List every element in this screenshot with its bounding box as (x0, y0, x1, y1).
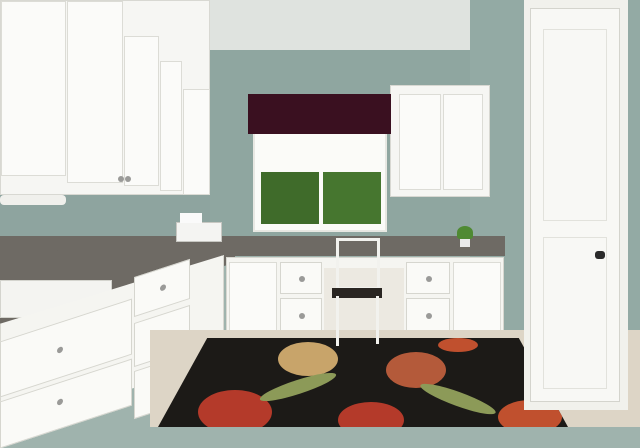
drawer[interactable] (406, 298, 450, 332)
window-pane-right (323, 172, 381, 224)
drawer-knob (426, 276, 432, 282)
cabinet-door[interactable] (1, 1, 66, 176)
cabinet-door[interactable] (399, 94, 441, 190)
drawer-knob (426, 313, 432, 319)
drawer[interactable] (406, 262, 450, 294)
upper-cabinet-right (390, 85, 490, 197)
drawer[interactable] (280, 298, 322, 332)
drawer-knob (57, 397, 63, 406)
cabinet-door[interactable] (124, 36, 159, 186)
rug-flower (338, 402, 404, 427)
door-handle[interactable] (595, 251, 605, 259)
window-valance (248, 94, 391, 134)
plant-pot (460, 238, 470, 247)
cabinet-door[interactable] (453, 262, 501, 332)
printer-paper (180, 213, 202, 223)
cabinet-door[interactable] (67, 1, 123, 183)
rug-flower (278, 342, 338, 376)
plant (457, 226, 473, 239)
paper-towel-holder (0, 195, 66, 205)
printer (176, 222, 222, 242)
chair-leg (376, 296, 379, 344)
cabinet-door[interactable] (229, 262, 277, 332)
drawer-knob (299, 276, 305, 282)
window (253, 128, 387, 232)
drawer-knob (160, 283, 166, 292)
drawer-knob (299, 313, 305, 319)
door-panel (543, 237, 607, 389)
drawer-knob (57, 345, 63, 354)
chair-leg (336, 296, 339, 346)
chair-seat (332, 288, 382, 298)
cabinet-door[interactable] (183, 89, 210, 195)
rug-flower (386, 352, 446, 388)
upper-cabinets-left (0, 0, 210, 195)
cabinet-door[interactable] (160, 61, 182, 191)
floral-rug (158, 338, 568, 427)
window-pane-left (261, 172, 319, 224)
rug-leaf (418, 378, 498, 420)
chair-back (336, 238, 380, 290)
cabinet-knob (118, 176, 124, 182)
door-panel (543, 29, 607, 221)
cabinet-door[interactable] (443, 94, 483, 190)
cabinet-knob (125, 176, 131, 182)
drawer[interactable] (280, 262, 322, 294)
rug-flower (438, 338, 478, 352)
white-door[interactable] (530, 8, 620, 402)
